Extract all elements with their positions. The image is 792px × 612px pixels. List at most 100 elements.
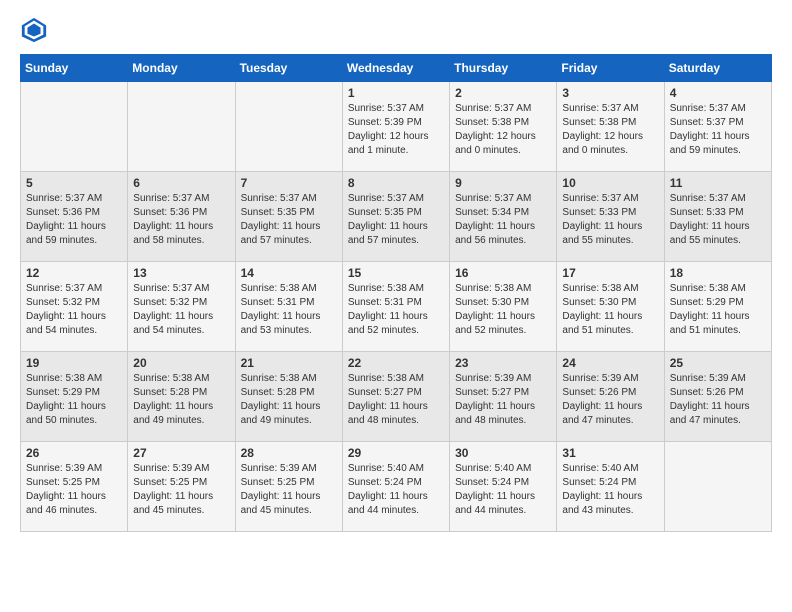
day-number: 17 — [562, 266, 658, 280]
weekday-header-tuesday: Tuesday — [235, 55, 342, 82]
day-info: Sunrise: 5:38 AMSunset: 5:30 PMDaylight:… — [562, 282, 658, 338]
calendar-cell: 16 Sunrise: 5:38 AMSunset: 5:30 PMDayligh… — [450, 262, 557, 352]
calendar-cell: 5 Sunrise: 5:37 AMSunset: 5:36 PMDaylight… — [21, 172, 128, 262]
day-info: Sunrise: 5:37 AMSunset: 5:38 PMDaylight:… — [562, 102, 658, 158]
day-info: Sunrise: 5:39 AMSunset: 5:25 PMDaylight:… — [241, 462, 337, 518]
day-number: 11 — [670, 176, 766, 190]
calendar-cell: 20 Sunrise: 5:38 AMSunset: 5:28 PMDayligh… — [128, 352, 235, 442]
day-number: 25 — [670, 356, 766, 370]
calendar-cell: 24 Sunrise: 5:39 AMSunset: 5:26 PMDayligh… — [557, 352, 664, 442]
weekday-header-monday: Monday — [128, 55, 235, 82]
calendar-cell: 12 Sunrise: 5:37 AMSunset: 5:32 PMDayligh… — [21, 262, 128, 352]
day-info: Sunrise: 5:37 AMSunset: 5:33 PMDaylight:… — [562, 192, 658, 248]
day-number: 24 — [562, 356, 658, 370]
day-number: 15 — [348, 266, 444, 280]
weekday-header-friday: Friday — [557, 55, 664, 82]
day-info: Sunrise: 5:38 AMSunset: 5:29 PMDaylight:… — [670, 282, 766, 338]
calendar-cell: 6 Sunrise: 5:37 AMSunset: 5:36 PMDaylight… — [128, 172, 235, 262]
day-info: Sunrise: 5:37 AMSunset: 5:32 PMDaylight:… — [26, 282, 122, 338]
day-info: Sunrise: 5:38 AMSunset: 5:31 PMDaylight:… — [348, 282, 444, 338]
day-number: 4 — [670, 86, 766, 100]
calendar-cell — [21, 82, 128, 172]
day-info: Sunrise: 5:38 AMSunset: 5:31 PMDaylight:… — [241, 282, 337, 338]
logo-icon — [20, 16, 48, 44]
day-number: 6 — [133, 176, 229, 190]
day-number: 16 — [455, 266, 551, 280]
calendar-cell: 14 Sunrise: 5:38 AMSunset: 5:31 PMDayligh… — [235, 262, 342, 352]
day-number: 28 — [241, 446, 337, 460]
day-number: 10 — [562, 176, 658, 190]
day-number: 12 — [26, 266, 122, 280]
page-header — [20, 16, 772, 44]
calendar-cell: 9Sunrise: 5:37 AMSunset: 5:34 PMDaylight… — [450, 172, 557, 262]
calendar-cell: 19 Sunrise: 5:38 AMSunset: 5:29 PMDayligh… — [21, 352, 128, 442]
calendar-cell — [235, 82, 342, 172]
day-info: Sunrise: 5:37 AMSunset: 5:34 PMDaylight:… — [455, 192, 551, 248]
weekday-header-wednesday: Wednesday — [342, 55, 449, 82]
calendar-cell — [128, 82, 235, 172]
day-info: Sunrise: 5:39 AMSunset: 5:25 PMDaylight:… — [133, 462, 229, 518]
day-info: Sunrise: 5:37 AMSunset: 5:35 PMDaylight:… — [241, 192, 337, 248]
calendar-cell: 22Sunrise: 5:38 AMSunset: 5:27 PMDayligh… — [342, 352, 449, 442]
calendar-cell: 10 Sunrise: 5:37 AMSunset: 5:33 PMDayligh… — [557, 172, 664, 262]
day-number: 31 — [562, 446, 658, 460]
calendar-cell: 21Sunrise: 5:38 AMSunset: 5:28 PMDayligh… — [235, 352, 342, 442]
calendar-cell: 28 Sunrise: 5:39 AMSunset: 5:25 PMDayligh… — [235, 442, 342, 532]
day-number: 29 — [348, 446, 444, 460]
day-info: Sunrise: 5:40 AMSunset: 5:24 PMDaylight:… — [455, 462, 551, 518]
calendar-cell: 1 Sunrise: 5:37 AMSunset: 5:39 PMDaylight… — [342, 82, 449, 172]
day-number: 23 — [455, 356, 551, 370]
calendar-cell: 26Sunrise: 5:39 AMSunset: 5:25 PMDayligh… — [21, 442, 128, 532]
day-info: Sunrise: 5:37 AMSunset: 5:39 PMDaylight:… — [348, 102, 444, 158]
day-info: Sunrise: 5:37 AMSunset: 5:38 PMDaylight:… — [455, 102, 551, 158]
calendar-cell: 8 Sunrise: 5:37 AMSunset: 5:35 PMDaylight… — [342, 172, 449, 262]
calendar-cell: 25 Sunrise: 5:39 AMSunset: 5:26 PMDayligh… — [664, 352, 771, 442]
calendar-table: SundayMondayTuesdayWednesdayThursdayFrid… — [20, 54, 772, 532]
calendar-cell: 3 Sunrise: 5:37 AMSunset: 5:38 PMDaylight… — [557, 82, 664, 172]
calendar-cell: 30 Sunrise: 5:40 AMSunset: 5:24 PMDayligh… — [450, 442, 557, 532]
logo — [20, 16, 52, 44]
calendar-cell — [664, 442, 771, 532]
calendar-cell: 29 Sunrise: 5:40 AMSunset: 5:24 PMDayligh… — [342, 442, 449, 532]
day-info: Sunrise: 5:40 AMSunset: 5:24 PMDaylight:… — [562, 462, 658, 518]
day-number: 1 — [348, 86, 444, 100]
day-number: 30 — [455, 446, 551, 460]
day-number: 5 — [26, 176, 122, 190]
day-info: Sunrise: 5:40 AMSunset: 5:24 PMDaylight:… — [348, 462, 444, 518]
day-info: Sunrise: 5:38 AMSunset: 5:29 PMDaylight:… — [26, 372, 122, 428]
calendar-cell: 11 Sunrise: 5:37 AMSunset: 5:33 PMDayligh… — [664, 172, 771, 262]
day-info: Sunrise: 5:37 AMSunset: 5:33 PMDaylight:… — [670, 192, 766, 248]
calendar-cell: 18Sunrise: 5:38 AMSunset: 5:29 PMDayligh… — [664, 262, 771, 352]
day-number: 2 — [455, 86, 551, 100]
calendar-cell: 23 Sunrise: 5:39 AMSunset: 5:27 PMDayligh… — [450, 352, 557, 442]
day-info: Sunrise: 5:39 AMSunset: 5:27 PMDaylight:… — [455, 372, 551, 428]
calendar-cell: 27 Sunrise: 5:39 AMSunset: 5:25 PMDayligh… — [128, 442, 235, 532]
day-number: 14 — [241, 266, 337, 280]
day-info: Sunrise: 5:39 AMSunset: 5:26 PMDaylight:… — [670, 372, 766, 428]
day-info: Sunrise: 5:37 AMSunset: 5:32 PMDaylight:… — [133, 282, 229, 338]
day-number: 19 — [26, 356, 122, 370]
day-info: Sunrise: 5:38 AMSunset: 5:30 PMDaylight:… — [455, 282, 551, 338]
calendar-cell: 2 Sunrise: 5:37 AMSunset: 5:38 PMDaylight… — [450, 82, 557, 172]
day-number: 20 — [133, 356, 229, 370]
calendar-cell: 4 Sunrise: 5:37 AMSunset: 5:37 PMDaylight… — [664, 82, 771, 172]
day-number: 21 — [241, 356, 337, 370]
day-info: Sunrise: 5:39 AMSunset: 5:25 PMDaylight:… — [26, 462, 122, 518]
day-number: 8 — [348, 176, 444, 190]
day-info: Sunrise: 5:39 AMSunset: 5:26 PMDaylight:… — [562, 372, 658, 428]
weekday-header-thursday: Thursday — [450, 55, 557, 82]
calendar-cell: 7Sunrise: 5:37 AMSunset: 5:35 PMDaylight… — [235, 172, 342, 262]
calendar-cell: 17 Sunrise: 5:38 AMSunset: 5:30 PMDayligh… — [557, 262, 664, 352]
weekday-header-sunday: Sunday — [21, 55, 128, 82]
day-info: Sunrise: 5:37 AMSunset: 5:36 PMDaylight:… — [133, 192, 229, 248]
day-info: Sunrise: 5:37 AMSunset: 5:37 PMDaylight:… — [670, 102, 766, 158]
day-number: 3 — [562, 86, 658, 100]
day-info: Sunrise: 5:38 AMSunset: 5:28 PMDaylight:… — [133, 372, 229, 428]
calendar-cell: 13Sunrise: 5:37 AMSunset: 5:32 PMDayligh… — [128, 262, 235, 352]
day-info: Sunrise: 5:37 AMSunset: 5:36 PMDaylight:… — [26, 192, 122, 248]
calendar-cell: 15 Sunrise: 5:38 AMSunset: 5:31 PMDayligh… — [342, 262, 449, 352]
day-info: Sunrise: 5:37 AMSunset: 5:35 PMDaylight:… — [348, 192, 444, 248]
day-number: 27 — [133, 446, 229, 460]
day-number: 22 — [348, 356, 444, 370]
weekday-header-saturday: Saturday — [664, 55, 771, 82]
